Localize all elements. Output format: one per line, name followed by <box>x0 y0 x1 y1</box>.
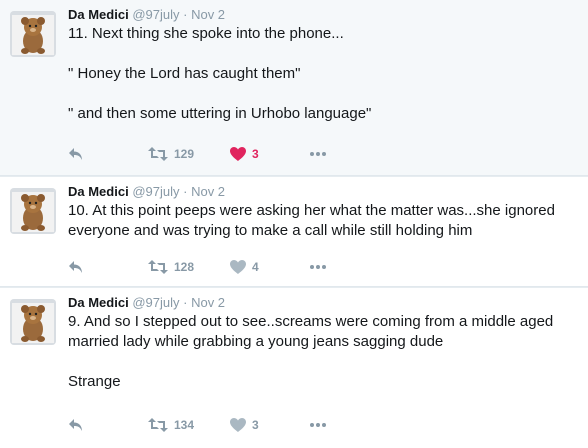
reply-button[interactable] <box>68 145 84 163</box>
like-count: 3 <box>252 147 259 161</box>
separator-dot: · <box>183 295 188 310</box>
reply-icon <box>68 418 84 432</box>
tweet-header: Da Medici @97july · Nov 2 <box>68 295 225 311</box>
retweet-icon <box>148 260 168 274</box>
user-handle[interactable]: @97july <box>132 184 179 199</box>
reply-icon <box>68 147 84 161</box>
avatar[interactable] <box>10 11 56 57</box>
user-handle[interactable]: @97july <box>132 295 179 310</box>
user-name[interactable]: Da Medici <box>68 7 129 22</box>
reply-button[interactable] <box>68 416 84 434</box>
tweet-timestamp[interactable]: Nov 2 <box>191 184 225 199</box>
like-count: 3 <box>252 418 259 432</box>
heart-icon <box>230 260 246 274</box>
user-name[interactable]: Da Medici <box>68 184 129 199</box>
like-button[interactable]: 3 <box>230 145 259 163</box>
retweet-count: 129 <box>174 147 195 161</box>
tweet-actions: 128 4 <box>68 258 568 276</box>
tweet-text: 11. Next thing she spoke into the phone.… <box>68 25 372 122</box>
separator-dot: · <box>183 7 188 22</box>
reply-icon <box>68 260 84 274</box>
retweet-button[interactable]: 128 <box>148 258 194 276</box>
separator-dot: · <box>183 184 188 199</box>
tweet-card[interactable]: Da Medici @97july · Nov 2 10. At this po… <box>0 177 588 287</box>
tweet-text: 9. And so I stepped out to see..screams … <box>68 313 554 390</box>
like-count: 4 <box>252 260 259 274</box>
like-button[interactable]: 4 <box>230 258 259 276</box>
tweet-timestamp[interactable]: Nov 2 <box>191 7 225 22</box>
heart-icon <box>230 418 246 432</box>
more-button[interactable] <box>310 145 326 163</box>
tweet-header: Da Medici @97july · Nov 2 <box>68 184 225 200</box>
retweet-button[interactable]: 129 <box>148 145 194 163</box>
tweet-card[interactable]: Da Medici @97july · Nov 2 9. And so I st… <box>0 288 588 448</box>
more-icon <box>310 265 326 269</box>
avatar[interactable] <box>10 299 56 345</box>
retweet-button[interactable]: 134 <box>148 416 194 434</box>
more-icon <box>310 423 326 427</box>
more-icon <box>310 152 326 156</box>
tweet-actions: 129 3 <box>68 145 568 163</box>
user-handle[interactable]: @97july <box>132 7 179 22</box>
tweet-timestamp[interactable]: Nov 2 <box>191 295 225 310</box>
reply-button[interactable] <box>68 258 84 276</box>
more-button[interactable] <box>310 258 326 276</box>
avatar[interactable] <box>10 188 56 234</box>
retweet-icon <box>148 147 168 161</box>
tweet-text: 10. At this point peeps were asking her … <box>68 202 555 239</box>
retweet-count: 134 <box>174 418 195 432</box>
retweet-count: 128 <box>174 260 195 274</box>
like-button[interactable]: 3 <box>230 416 259 434</box>
tweet-card[interactable]: Da Medici @97july · Nov 2 11. Next thing… <box>0 0 588 176</box>
tweet-timeline: Da Medici @97july · Nov 2 11. Next thing… <box>0 0 588 448</box>
tweet-actions: 134 3 <box>68 416 568 434</box>
more-button[interactable] <box>310 416 326 434</box>
retweet-icon <box>148 418 168 432</box>
user-name[interactable]: Da Medici <box>68 295 129 310</box>
tweet-header: Da Medici @97july · Nov 2 <box>68 7 225 23</box>
heart-icon <box>230 147 246 161</box>
